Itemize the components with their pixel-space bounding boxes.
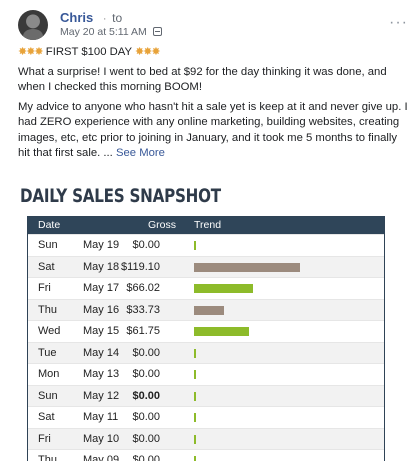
- row-day: Sat: [38, 411, 55, 423]
- table-row: Sun May 12 $0.00: [28, 384, 384, 406]
- row-date: May 19: [83, 239, 120, 251]
- headline-text: FIRST $100 DAY: [45, 46, 132, 58]
- table-row: Sun May 19 $0.00: [28, 234, 384, 256]
- row-gross: $66.02: [126, 282, 160, 294]
- row-gross: $61.75: [126, 325, 160, 337]
- row-gross: $0.00: [132, 239, 160, 251]
- row-date: May 12: [83, 389, 120, 402]
- row-day: Sun: [38, 389, 58, 402]
- table-row: Wed May 15 $61.75: [28, 320, 384, 342]
- trend-bar: [194, 348, 196, 358]
- table-row: Fri May 10 $0.00: [28, 427, 384, 449]
- table-row: Mon May 13 $0.00: [28, 363, 384, 385]
- row-gross: $0.00: [132, 368, 160, 380]
- trend-bar: [194, 327, 249, 336]
- column-header-date: Date: [38, 219, 61, 231]
- trend-bar: [194, 262, 300, 272]
- see-more-link[interactable]: See More: [116, 147, 165, 159]
- row-day: Sat: [38, 260, 55, 273]
- globe-icon[interactable]: [152, 27, 162, 36]
- snapshot-title: DAILY SALES SNAPSHOT: [20, 186, 221, 207]
- row-date: May 16: [83, 303, 120, 316]
- row-day: Thu: [38, 454, 57, 461]
- post-paragraph-2: My advice to anyone who hasn't hit a sal…: [18, 100, 410, 162]
- row-gross: $0.00: [132, 432, 160, 445]
- trend-bar: [194, 370, 196, 379]
- post-headline: ✸✸✸ FIRST $100 DAY ✸✸✸: [18, 45, 410, 61]
- author-name[interactable]: Chris: [60, 10, 93, 25]
- row-date: May 14: [83, 346, 120, 359]
- sparkle-emoji-icon: ✸✸✸: [18, 46, 44, 58]
- row-gross: $0.00: [132, 454, 160, 461]
- trend-bar: [194, 391, 196, 401]
- post-header: Chris · to May 20 at 5:11 AM ···: [18, 8, 408, 40]
- row-day: Mon: [38, 368, 60, 380]
- column-header-trend: Trend: [194, 219, 222, 231]
- more-options-icon[interactable]: ···: [389, 14, 408, 32]
- row-date: May 11: [83, 411, 119, 423]
- trend-bar: [194, 434, 196, 444]
- row-day: Thu: [38, 303, 57, 316]
- row-gross: $0.00: [132, 411, 160, 423]
- to-label: to: [112, 11, 123, 25]
- row-date: May 15: [83, 325, 120, 337]
- row-day: Fri: [38, 432, 51, 445]
- post-body: ✸✸✸ FIRST $100 DAY ✸✸✸ What a surprise! …: [18, 45, 410, 166]
- row-day: Fri: [38, 282, 51, 294]
- sparkle-emoji-icon: ✸✸✸: [134, 46, 161, 58]
- table-row: Sat May 11 $0.00: [28, 406, 384, 428]
- table-row: Sat May 18 $119.10: [28, 255, 384, 277]
- row-date: May 10: [83, 432, 120, 445]
- row-day: Wed: [38, 325, 61, 337]
- row-gross: $0.00: [132, 389, 160, 402]
- trend-bar: [194, 284, 253, 293]
- timestamp[interactable]: May 20 at 5:11 AM: [60, 26, 147, 38]
- row-date: May 17: [83, 282, 120, 294]
- trend-bar: [194, 241, 196, 250]
- author-separator: ·: [102, 13, 107, 25]
- paragraph-2-text: My advice to anyone who hasn't hit a sal…: [18, 100, 408, 160]
- column-header-gross: Gross: [148, 219, 177, 231]
- row-gross: $119.10: [121, 260, 160, 273]
- post-paragraph-1: What a surprise! I went to bed at $92 fo…: [18, 65, 387, 94]
- avatar[interactable]: [18, 10, 48, 40]
- post-meta: May 20 at 5:11 AM: [60, 26, 162, 38]
- row-date: May 18: [83, 260, 120, 273]
- table-row: Tue May 14 $0.00: [28, 341, 384, 363]
- sales-table: Date Gross Trend Sun May 19 $0.00 Sat May 18…: [27, 216, 385, 461]
- table-header: Date Gross Trend: [28, 217, 384, 234]
- trend-bar: [194, 413, 196, 422]
- author-line: Chris · to: [60, 10, 122, 25]
- row-date: May 09: [83, 454, 120, 461]
- row-gross: $0.00: [132, 346, 160, 359]
- row-gross: $33.73: [126, 303, 160, 316]
- table-row: Thu May 16 $33.73: [28, 298, 384, 320]
- trend-bar: [194, 456, 196, 461]
- row-day: Tue: [38, 346, 57, 359]
- trend-bar: [194, 305, 224, 315]
- table-row: Thu May 09 $0.00: [28, 449, 384, 461]
- table-row: Fri May 17 $66.02: [28, 277, 384, 299]
- row-date: May 13: [83, 368, 120, 380]
- row-day: Sun: [38, 239, 58, 251]
